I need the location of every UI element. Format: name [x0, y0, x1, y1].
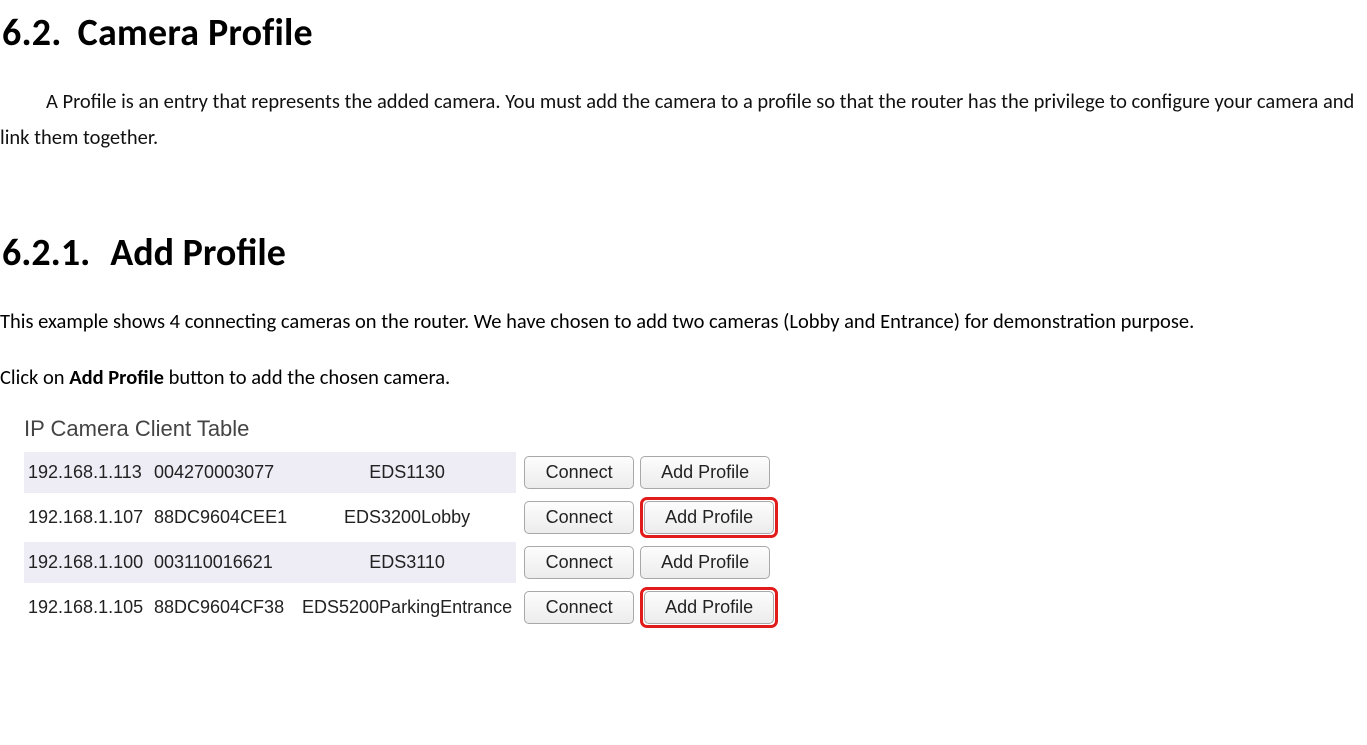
connect-button[interactable]: Connect: [524, 591, 634, 624]
camera-name-cell: EDS1130: [298, 452, 516, 493]
connect-button[interactable]: Connect: [524, 501, 634, 534]
mac-cell: 004270003077: [150, 452, 298, 493]
mac-cell: 88DC9604CEE1: [150, 493, 298, 542]
table-row: 192.168.1.10588DC9604CF38EDS5200ParkingE…: [24, 583, 782, 632]
section-intro: A Profile is an entry that represents th…: [0, 84, 1367, 156]
camera-table-wrap: IP Camera Client Table 192.168.1.1130042…: [24, 416, 1367, 632]
section-heading: 6.2. Camera Profile: [0, 10, 1367, 56]
add-profile-button[interactable]: Add Profile: [644, 501, 774, 534]
subsection-instruction: Click on Add Profile button to add the c…: [0, 360, 1367, 396]
highlight-annotation: Add Profile: [640, 587, 778, 628]
section-title: Camera Profile: [78, 10, 313, 56]
ip-cell: 192.168.1.100: [24, 542, 150, 583]
camera-name-cell: EDS3110: [298, 542, 516, 583]
add-profile-button[interactable]: Add Profile: [640, 546, 770, 579]
mac-cell: 003110016621: [150, 542, 298, 583]
add-profile-button[interactable]: Add Profile: [640, 456, 770, 489]
subsection-desc: This example shows 4 connecting cameras …: [0, 304, 1367, 340]
subsection-number: 6.2.1.: [2, 230, 90, 276]
camera-table: 192.168.1.113004270003077EDS1130ConnectA…: [24, 452, 782, 632]
section-number: 6.2.: [2, 10, 62, 56]
camera-name-cell: EDS5200ParkingEntrance: [298, 583, 516, 632]
instruction-suffix: button to add the chosen camera.: [164, 364, 450, 390]
table-title: IP Camera Client Table: [24, 416, 1367, 442]
table-row: 192.168.1.100003110016621EDS3110ConnectA…: [24, 542, 782, 583]
action-cell: ConnectAdd Profile: [516, 542, 782, 583]
ip-cell: 192.168.1.107: [24, 493, 150, 542]
action-cell: Connect Add Profile: [516, 583, 782, 632]
subsection-title: Add Profile: [110, 230, 286, 276]
subsection-heading: 6.2.1. Add Profile: [0, 230, 1367, 276]
action-cell: Connect Add Profile: [516, 493, 782, 542]
add-profile-button[interactable]: Add Profile: [644, 591, 774, 624]
highlight-annotation: Add Profile: [640, 497, 778, 538]
mac-cell: 88DC9604CF38: [150, 583, 298, 632]
table-row: 192.168.1.113004270003077EDS1130ConnectA…: [24, 452, 782, 493]
camera-name-cell: EDS3200Lobby: [298, 493, 516, 542]
instruction-bold: Add Profile: [69, 364, 164, 390]
instruction-prefix: Click on: [0, 364, 69, 390]
action-cell: ConnectAdd Profile: [516, 452, 782, 493]
connect-button[interactable]: Connect: [524, 546, 634, 579]
connect-button[interactable]: Connect: [524, 456, 634, 489]
ip-cell: 192.168.1.105: [24, 583, 150, 632]
ip-cell: 192.168.1.113: [24, 452, 150, 493]
table-row: 192.168.1.10788DC9604CEE1EDS3200LobbyCon…: [24, 493, 782, 542]
